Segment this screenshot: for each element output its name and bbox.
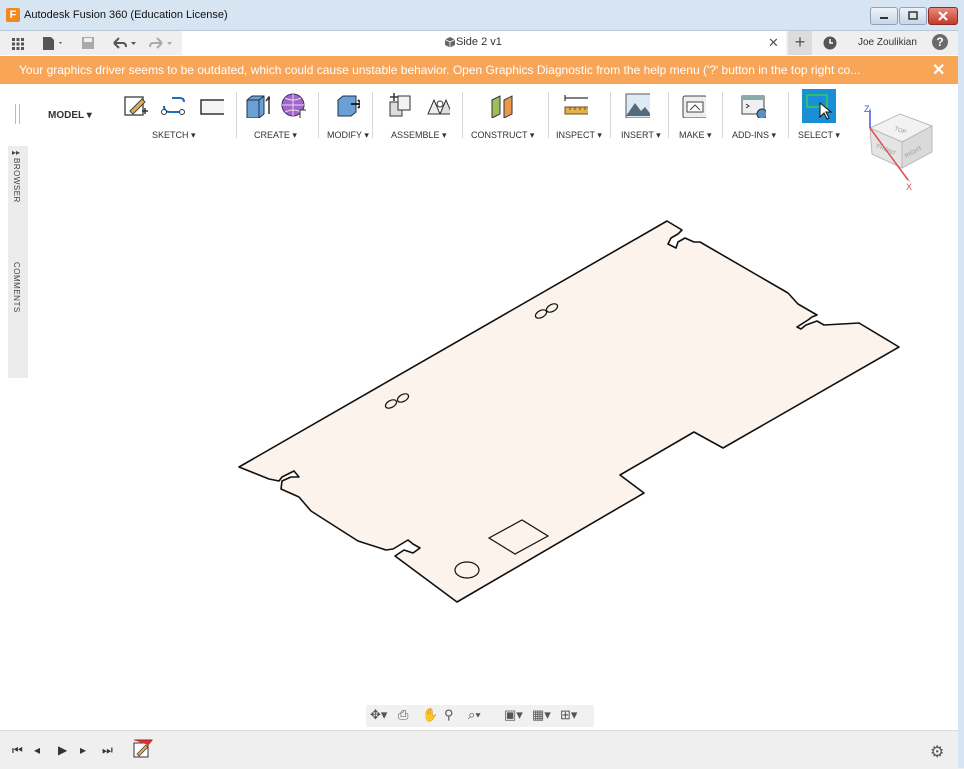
add-ins-menu[interactable]: ADD-INS ▾ bbox=[732, 130, 776, 141]
maximize-icon bbox=[908, 11, 918, 20]
part-outline bbox=[238, 220, 900, 603]
assemble-menu[interactable]: ASSEMBLE ▾ bbox=[391, 130, 447, 141]
ribbon-grip-handle[interactable] bbox=[15, 104, 20, 124]
save-icon[interactable] bbox=[80, 34, 96, 52]
go-to-start-icon[interactable]: ⏮ bbox=[12, 743, 23, 758]
press-pull-icon[interactable] bbox=[334, 92, 360, 118]
close-icon bbox=[938, 11, 948, 21]
line-tool-icon[interactable] bbox=[160, 92, 186, 118]
redo-icon[interactable] bbox=[146, 34, 176, 52]
minimize-button[interactable] bbox=[870, 7, 898, 25]
insert-menu[interactable]: INSERT ▾ bbox=[621, 130, 661, 141]
workspace-switcher[interactable]: MODEL ▾ bbox=[48, 110, 92, 121]
viewports-icon[interactable]: ⊞▾ bbox=[560, 707, 577, 723]
make-menu[interactable]: MAKE ▾ bbox=[679, 130, 712, 141]
zoom-icon[interactable]: ⚲ bbox=[444, 707, 454, 723]
sketch-menu[interactable]: SKETCH ▾ bbox=[152, 130, 196, 141]
warning-close-icon[interactable]: ✕ bbox=[932, 60, 945, 80]
browser-panel-tab[interactable]: BROWSER bbox=[12, 158, 21, 203]
window-frame-right bbox=[958, 30, 964, 768]
go-to-end-icon[interactable]: ⏭ bbox=[102, 743, 113, 758]
step-forward-icon[interactable]: ▸ bbox=[80, 743, 86, 757]
3d-print-icon[interactable] bbox=[680, 92, 706, 118]
ribbon-separator bbox=[668, 92, 669, 138]
inspect-menu[interactable]: INSPECT ▾ bbox=[556, 130, 602, 141]
window-close-button[interactable] bbox=[928, 7, 958, 25]
component-icon bbox=[444, 37, 456, 48]
help-icon[interactable]: ? bbox=[932, 34, 948, 50]
form-tool-icon[interactable] bbox=[280, 92, 306, 118]
fusion-logo-icon: F bbox=[6, 8, 20, 22]
ribbon-separator bbox=[788, 92, 789, 138]
select-tool-button[interactable] bbox=[802, 89, 836, 123]
viewcube-z-label: Z bbox=[864, 104, 870, 114]
construct-menu[interactable]: CONSTRUCT ▾ bbox=[471, 130, 534, 141]
file-menu-icon[interactable] bbox=[40, 34, 66, 52]
play-icon[interactable]: ▶ bbox=[58, 743, 67, 757]
undo-icon[interactable] bbox=[110, 34, 140, 52]
joint-icon[interactable] bbox=[424, 92, 450, 118]
ribbon-separator bbox=[610, 92, 611, 138]
rectangle-tool-icon[interactable] bbox=[198, 92, 224, 118]
pan-hand-icon[interactable]: ✋ bbox=[422, 707, 438, 723]
orbit-icon[interactable]: ✥▾ bbox=[370, 707, 387, 723]
job-status-clock-icon[interactable] bbox=[822, 35, 838, 51]
timeline-sketch-feature-icon[interactable] bbox=[132, 739, 158, 761]
create-sketch-icon[interactable] bbox=[122, 92, 148, 118]
modify-menu[interactable]: MODIFY ▾ bbox=[327, 130, 369, 141]
maximize-button[interactable] bbox=[899, 7, 927, 25]
insert-canvas-icon[interactable] bbox=[624, 92, 650, 118]
ribbon-separator bbox=[548, 92, 549, 138]
step-back-icon[interactable]: ◂ bbox=[34, 743, 40, 757]
new-component-icon[interactable] bbox=[386, 92, 412, 118]
extrude-icon[interactable] bbox=[244, 92, 270, 118]
select-menu[interactable]: SELECT ▾ bbox=[798, 130, 840, 141]
ribbon-separator bbox=[372, 92, 373, 138]
create-menu[interactable]: CREATE ▾ bbox=[254, 130, 297, 141]
scripts-addins-icon[interactable] bbox=[740, 92, 766, 118]
minimize-icon bbox=[880, 17, 888, 19]
expand-browser-icon[interactable]: ▸▸ bbox=[12, 148, 20, 157]
ribbon-separator bbox=[462, 92, 463, 138]
comments-panel-tab[interactable]: COMMENTS bbox=[12, 262, 21, 313]
look-at-icon[interactable]: ⎙ bbox=[398, 707, 408, 723]
fit-view-icon[interactable]: ⌕▾ bbox=[468, 707, 481, 723]
plate-body[interactable] bbox=[238, 220, 900, 603]
offset-plane-icon[interactable] bbox=[488, 92, 514, 118]
warning-message: Your graphics driver seems to be outdate… bbox=[19, 63, 861, 77]
close-tab-icon[interactable]: ✕ bbox=[768, 35, 779, 51]
document-title: Side 2 v1 bbox=[456, 36, 502, 48]
ribbon-separator bbox=[722, 92, 723, 138]
window-title: Autodesk Fusion 360 (Education License) bbox=[24, 9, 228, 21]
data-panel-grid-icon[interactable] bbox=[10, 34, 26, 52]
select-arrow-icon bbox=[806, 94, 833, 120]
new-tab-button[interactable]: + bbox=[788, 31, 812, 55]
grid-settings-icon[interactable]: ▦▾ bbox=[532, 707, 551, 723]
graphics-canvas[interactable] bbox=[30, 146, 958, 726]
ribbon-separator bbox=[318, 92, 319, 138]
user-name[interactable]: Joe Zoulikian bbox=[858, 37, 917, 48]
display-settings-icon[interactable]: ▣▾ bbox=[504, 707, 523, 723]
measure-icon[interactable] bbox=[562, 92, 588, 118]
timeline-settings-gear-icon[interactable]: ⚙ bbox=[930, 742, 944, 762]
ribbon-separator bbox=[236, 92, 237, 138]
